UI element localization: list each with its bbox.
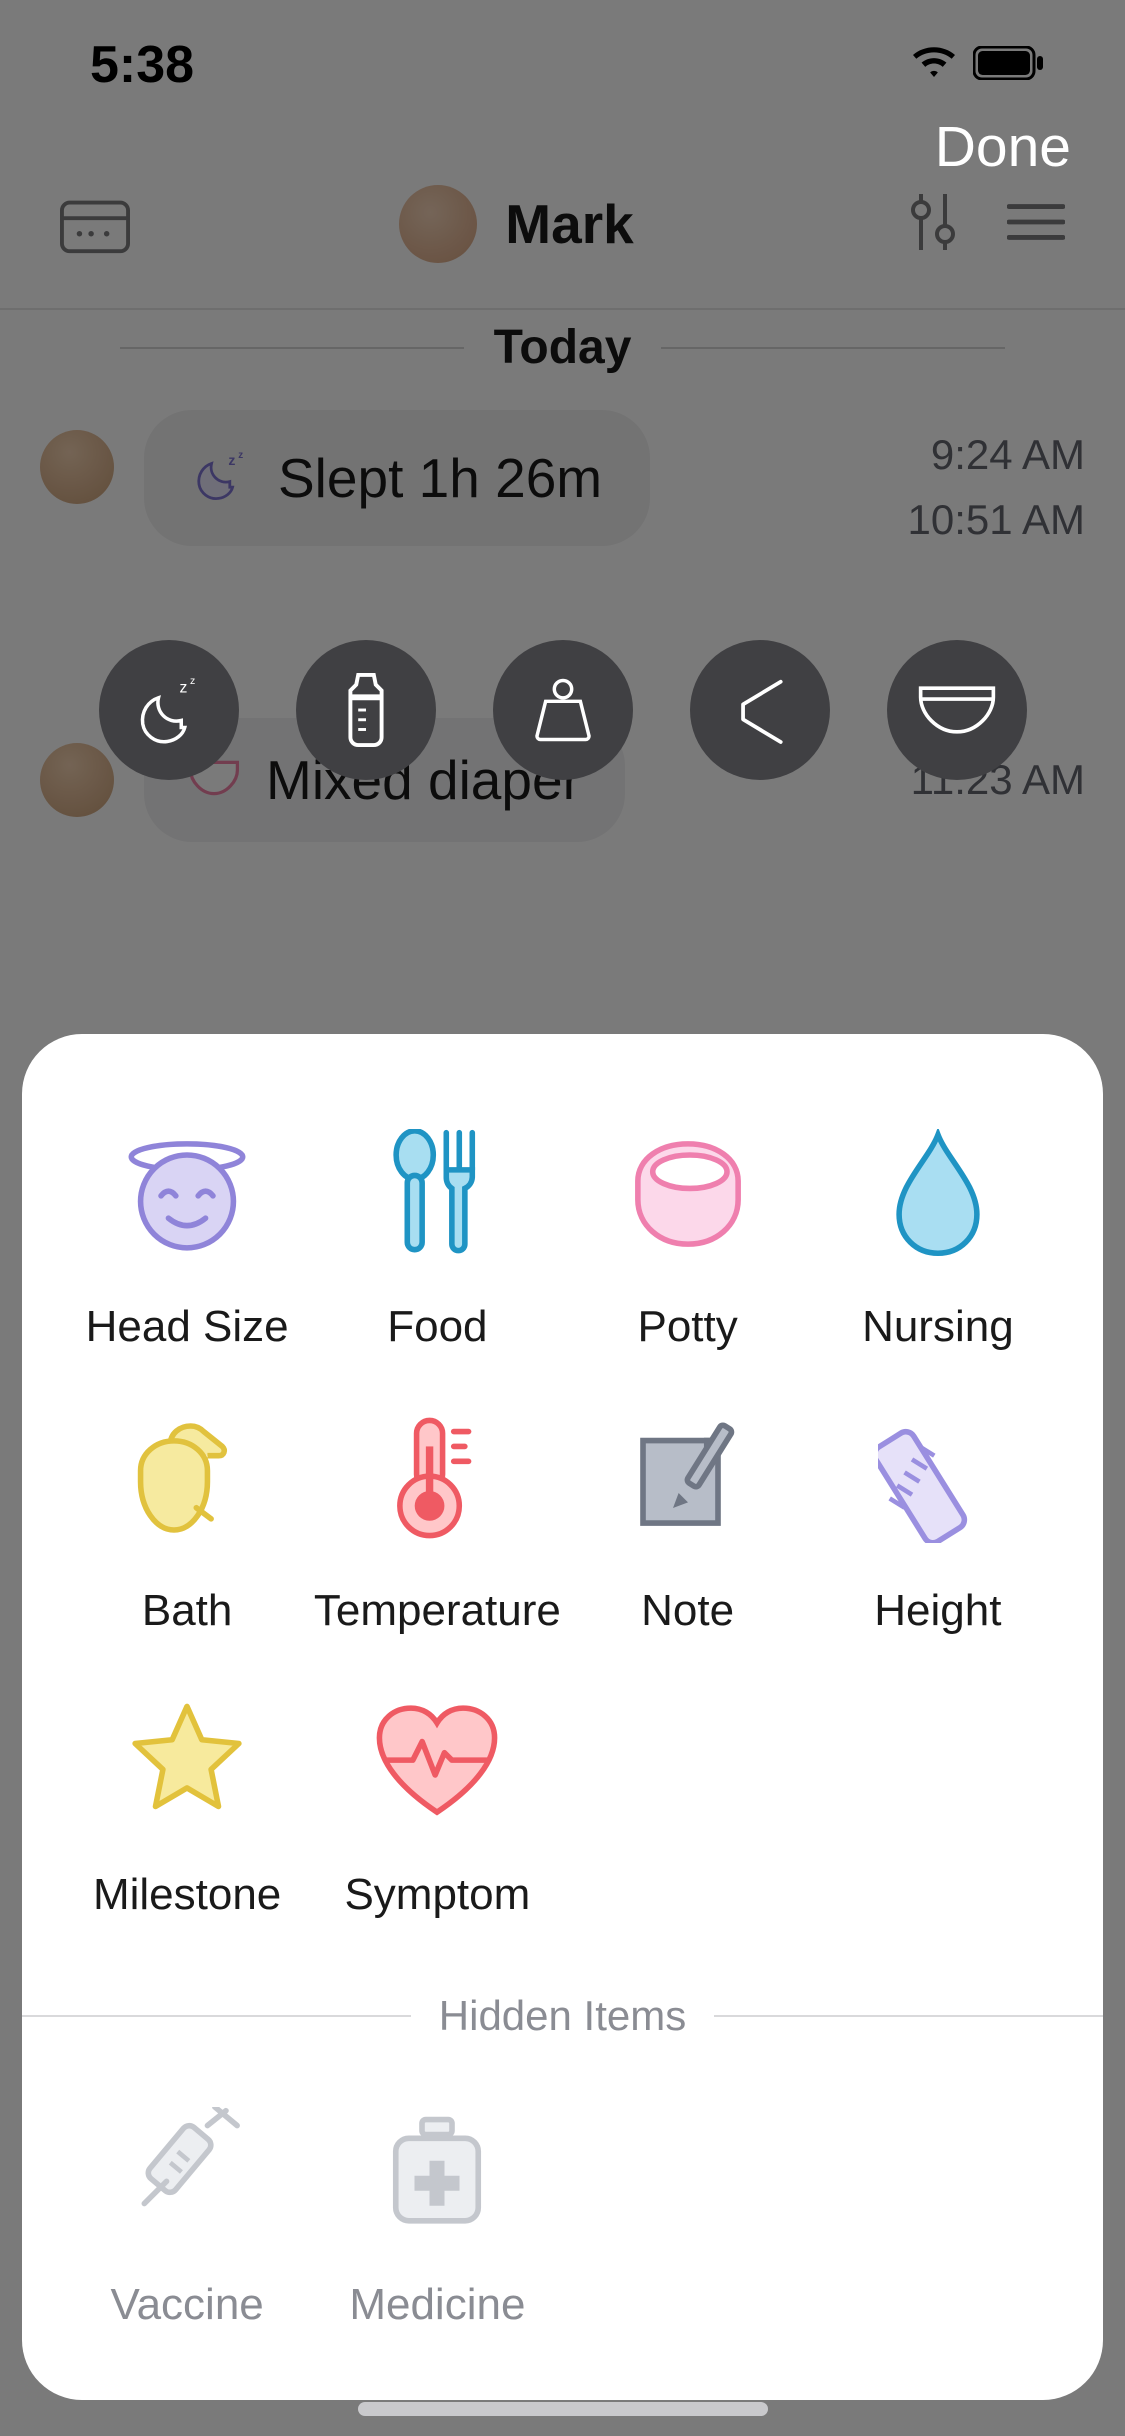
- home-indicator[interactable]: [358, 2402, 768, 2416]
- nursing-icon: [868, 1124, 1008, 1264]
- activity-medicine[interactable]: Medicine: [312, 2102, 562, 2330]
- activity-nursing[interactable]: Nursing: [813, 1124, 1063, 1352]
- hidden-activity-grid: Vaccine Medicine: [62, 2102, 1063, 2330]
- temperature-icon: [367, 1408, 507, 1548]
- hidden-items-label: Hidden Items: [439, 1992, 686, 2040]
- activity-vaccine[interactable]: Vaccine: [62, 2102, 312, 2330]
- bath-icon: [117, 1408, 257, 1548]
- quick-pump-button[interactable]: [690, 640, 830, 780]
- quick-weight-button[interactable]: [493, 640, 633, 780]
- activity-label: Food: [387, 1302, 487, 1352]
- activity-label: Milestone: [93, 1870, 281, 1920]
- vaccine-icon: [117, 2102, 257, 2242]
- activity-potty[interactable]: Potty: [563, 1124, 813, 1352]
- activity-label: Potty: [637, 1302, 737, 1352]
- potty-icon: [618, 1124, 758, 1264]
- activity-height[interactable]: Height: [813, 1408, 1063, 1636]
- milestone-icon: [117, 1692, 257, 1832]
- activity-label: Bath: [142, 1586, 233, 1636]
- quick-actions-row: zz: [0, 640, 1125, 780]
- activity-head-size[interactable]: Head Size: [62, 1124, 312, 1352]
- hidden-items-divider: Hidden Items: [22, 1992, 1103, 2040]
- symptom-icon: [367, 1692, 507, 1832]
- food-icon: [367, 1124, 507, 1264]
- activity-food[interactable]: Food: [312, 1124, 562, 1352]
- activity-label: Vaccine: [110, 2280, 263, 2330]
- height-icon: [868, 1408, 1008, 1548]
- activity-bath[interactable]: Bath: [62, 1408, 312, 1636]
- activity-grid: Head Size Food: [62, 1124, 1063, 1920]
- activity-label: Symptom: [344, 1870, 530, 1920]
- activity-temperature[interactable]: Temperature: [312, 1408, 562, 1636]
- activity-label: Medicine: [349, 2280, 525, 2330]
- activity-label: Note: [641, 1586, 734, 1636]
- quick-bottle-button[interactable]: [296, 640, 436, 780]
- activity-label: Head Size: [86, 1302, 289, 1352]
- quick-sleep-button[interactable]: zz: [99, 640, 239, 780]
- activity-note[interactable]: Note: [563, 1408, 813, 1636]
- quick-diaper-button[interactable]: [887, 640, 1027, 780]
- screen: 5:38 Mark Today: [0, 0, 1125, 2436]
- svg-text:z: z: [179, 680, 187, 697]
- activity-symptom[interactable]: Symptom: [312, 1692, 562, 1920]
- head-size-icon: [117, 1124, 257, 1264]
- medicine-icon: [367, 2102, 507, 2242]
- activity-label: Nursing: [862, 1302, 1014, 1352]
- svg-text:z: z: [190, 675, 195, 687]
- activity-label: Temperature: [314, 1586, 561, 1636]
- activity-milestone[interactable]: Milestone: [62, 1692, 312, 1920]
- note-icon: [618, 1408, 758, 1548]
- activity-label: Height: [874, 1586, 1001, 1636]
- done-button[interactable]: Done: [935, 114, 1071, 180]
- activity-picker-sheet: Head Size Food: [22, 1034, 1103, 2400]
